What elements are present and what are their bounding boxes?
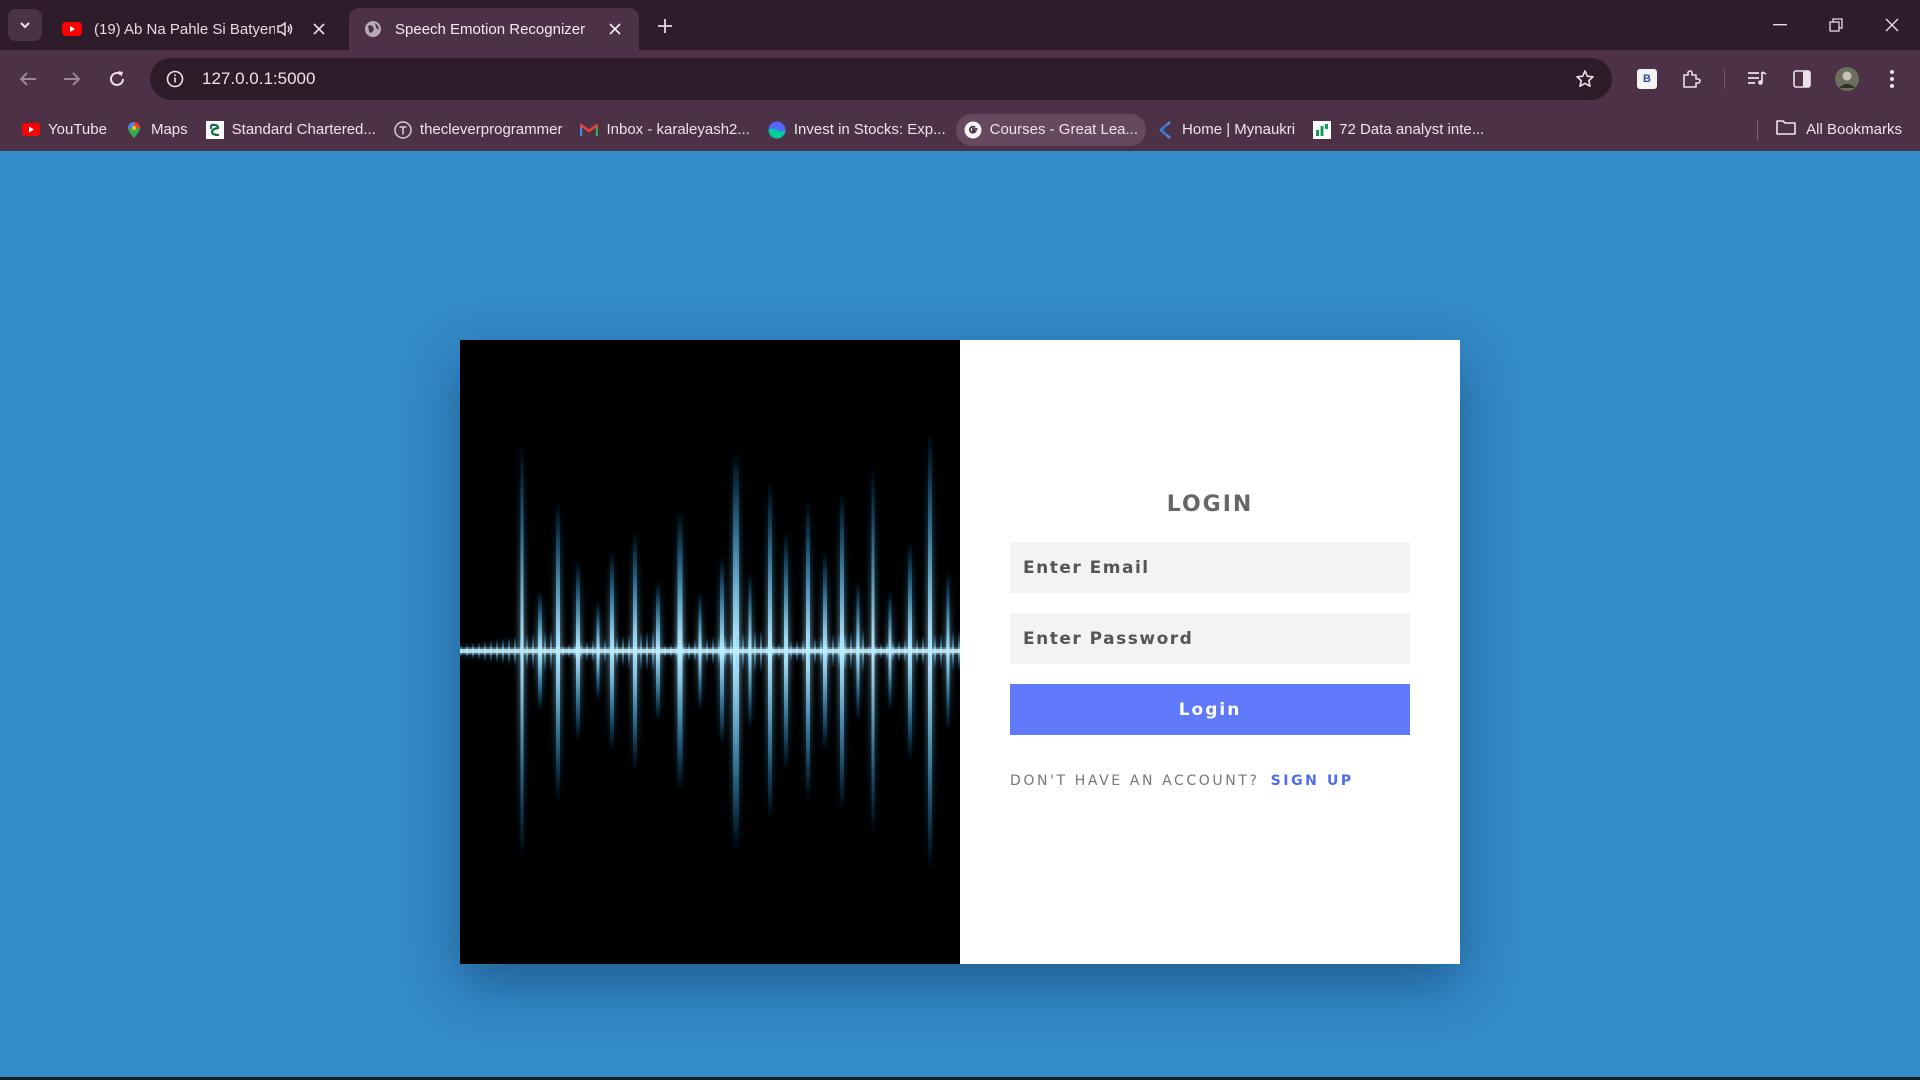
bookmark-label: Invest in Stocks: Exp... bbox=[793, 121, 946, 138]
extensions-puzzle-icon[interactable] bbox=[1675, 63, 1707, 95]
minimize-button[interactable] bbox=[1752, 0, 1808, 50]
bookmarks-divider bbox=[1757, 120, 1758, 140]
menu-kebab-icon[interactable] bbox=[1876, 63, 1908, 95]
page-viewport: LOGIN Login DON'T HAVE AN ACCOUNT? SIGN … bbox=[0, 151, 1920, 1077]
close-tab-icon[interactable] bbox=[309, 19, 329, 39]
arrow-left-icon bbox=[19, 72, 36, 86]
site-info-icon[interactable] bbox=[154, 58, 196, 100]
extension-b-icon[interactable]: B bbox=[1631, 63, 1663, 95]
side-panel-icon[interactable] bbox=[1786, 63, 1818, 95]
back-button[interactable] bbox=[12, 63, 44, 95]
youtube-icon bbox=[22, 121, 40, 139]
media-control-icon[interactable] bbox=[1741, 63, 1773, 95]
reload-icon bbox=[110, 71, 124, 86]
sheet-icon bbox=[1313, 120, 1332, 139]
youtube-icon bbox=[62, 19, 82, 39]
bookmark-thecleverprogrammer[interactable]: thecleverprogrammer bbox=[386, 114, 571, 146]
speaker-icon[interactable] bbox=[275, 21, 295, 37]
all-bookmarks-label: All Bookmarks bbox=[1806, 120, 1902, 138]
email-input[interactable] bbox=[1010, 542, 1410, 593]
bookmark-invest-in-stocks[interactable]: Invest in Stocks: Exp... bbox=[760, 114, 954, 146]
bookmark-maps[interactable]: Maps bbox=[117, 114, 196, 146]
close-window-button[interactable] bbox=[1864, 0, 1920, 50]
bookmark-great-learning-courses[interactable]: Courses - Great Lea... bbox=[955, 113, 1147, 146]
signup-prompt-text: DON'T HAVE AN ACCOUNT? bbox=[1010, 773, 1260, 789]
minimize-icon bbox=[1773, 24, 1787, 26]
bookmark-star-icon[interactable] bbox=[1564, 58, 1606, 100]
bookmark-label: Courses - Great Lea... bbox=[989, 121, 1139, 138]
login-button[interactable]: Login bbox=[1010, 684, 1410, 735]
browser-toolbar: 127.0.0.1:5000 B bbox=[0, 50, 1920, 108]
restore-icon bbox=[1829, 18, 1843, 32]
bookmark-data-analyst-interview[interactable]: 72 Data analyst inte... bbox=[1305, 114, 1492, 146]
bookmark-label: thecleverprogrammer bbox=[419, 121, 563, 138]
gmail-icon bbox=[580, 121, 599, 139]
tcp-icon bbox=[394, 120, 412, 139]
tab-search-button[interactable] bbox=[8, 9, 42, 41]
sound-wave-image bbox=[460, 340, 960, 964]
close-tab-icon[interactable] bbox=[605, 19, 625, 39]
stocks-icon bbox=[768, 121, 786, 139]
url-text[interactable]: 127.0.0.1:5000 bbox=[202, 69, 1564, 89]
login-title: LOGIN bbox=[1166, 492, 1254, 517]
login-form: LOGIN Login DON'T HAVE AN ACCOUNT? SIGN … bbox=[960, 340, 1460, 964]
plus-icon bbox=[658, 19, 672, 33]
signup-prompt: DON'T HAVE AN ACCOUNT? SIGN UP bbox=[1010, 773, 1354, 789]
address-bar[interactable]: 127.0.0.1:5000 bbox=[150, 58, 1612, 100]
extension-badge-label: B bbox=[1643, 73, 1651, 85]
bookmark-label: Inbox - karaleyash2... bbox=[606, 121, 750, 138]
window-controls bbox=[1752, 0, 1920, 50]
signup-link[interactable]: SIGN UP bbox=[1271, 773, 1354, 789]
maps-icon bbox=[125, 121, 143, 139]
arrow-right-icon bbox=[64, 72, 81, 86]
bookmark-label: Home | Mynaukri bbox=[1182, 121, 1296, 138]
tab-title: (19) Ab Na Pahle Si Batyen | bbox=[94, 20, 275, 38]
forward-button[interactable] bbox=[56, 63, 88, 95]
bookmark-label: Maps bbox=[150, 121, 188, 138]
reload-button[interactable] bbox=[101, 63, 133, 95]
google-icon bbox=[964, 121, 982, 139]
tab-strip: (19) Ab Na Pahle Si Batyen | Speech Emot… bbox=[0, 0, 1920, 50]
password-input[interactable] bbox=[1010, 613, 1410, 664]
toolbar-divider bbox=[1724, 69, 1725, 89]
tab-youtube[interactable]: (19) Ab Na Pahle Si Batyen | bbox=[48, 8, 343, 50]
bookmark-mynaukri[interactable]: Home | Mynaukri bbox=[1148, 114, 1303, 146]
standard-chartered-icon bbox=[205, 120, 224, 139]
new-tab-button[interactable] bbox=[652, 13, 678, 39]
restore-button[interactable] bbox=[1808, 0, 1864, 50]
bookmark-gmail-inbox[interactable]: Inbox - karaleyash2... bbox=[572, 114, 757, 146]
chevron-down-icon bbox=[20, 22, 30, 29]
globe-icon bbox=[363, 19, 383, 39]
folder-icon bbox=[1776, 119, 1796, 139]
close-icon bbox=[1885, 18, 1899, 32]
profile-avatar[interactable] bbox=[1831, 63, 1863, 95]
bookmark-label: Standard Chartered... bbox=[231, 121, 376, 138]
mynaukri-icon bbox=[1156, 120, 1174, 139]
bookmarks-bar: YouTube Maps Standard Chartered... thecl… bbox=[0, 108, 1920, 151]
bookmark-label: 72 Data analyst inte... bbox=[1339, 121, 1485, 138]
bookmark-youtube[interactable]: YouTube bbox=[14, 114, 115, 146]
bookmark-label: YouTube bbox=[48, 121, 107, 138]
tab-speech-emotion-recognizer[interactable]: Speech Emotion Recognizer bbox=[349, 8, 639, 50]
tab-title: Speech Emotion Recognizer bbox=[395, 20, 586, 38]
bookmark-standard-chartered[interactable]: Standard Chartered... bbox=[198, 114, 384, 146]
all-bookmarks-button[interactable]: All Bookmarks bbox=[1776, 113, 1902, 145]
login-card: LOGIN Login DON'T HAVE AN ACCOUNT? SIGN … bbox=[460, 340, 1460, 964]
